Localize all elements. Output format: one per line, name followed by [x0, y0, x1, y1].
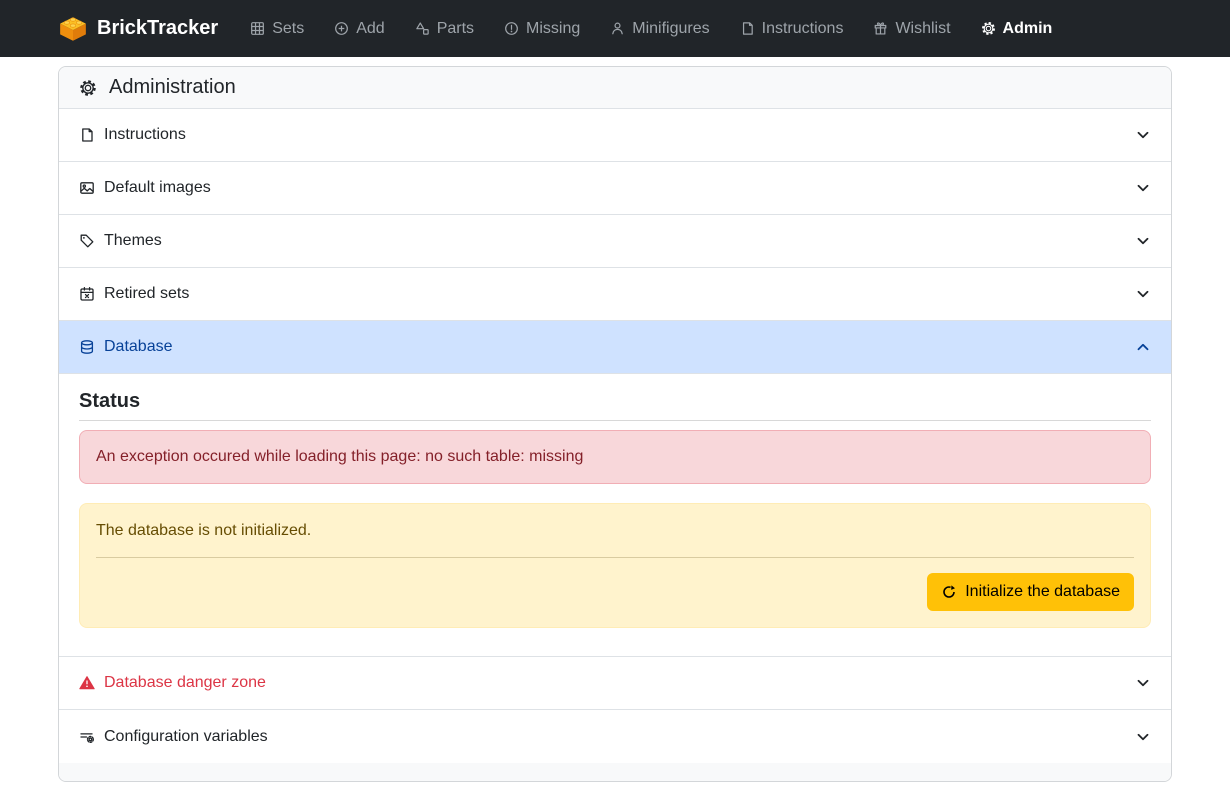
accordion-item-label: Configuration variables [104, 728, 268, 746]
accordion-item-database[interactable]: Database [59, 321, 1171, 374]
tag-icon [79, 233, 95, 249]
card-footer [59, 763, 1171, 781]
nav-item-instructions[interactable]: Instructions [740, 20, 844, 38]
file-icon [79, 127, 95, 143]
nav-item-wishlist[interactable]: Wishlist [873, 20, 950, 38]
nav-item-label: Admin [1003, 20, 1053, 38]
brick-logo-icon [58, 16, 88, 42]
nav-item-admin[interactable]: Admin [981, 20, 1053, 38]
database-icon [79, 339, 95, 355]
initialize-database-button[interactable]: Initialize the database [927, 573, 1134, 611]
accordion-item-configuration-variables[interactable]: Configuration variables [59, 710, 1171, 763]
page-title: Administration [59, 67, 1171, 109]
nav-item-label: Sets [272, 20, 304, 38]
shapes-icon [415, 21, 430, 36]
warning-alert-text: The database is not initialized. [96, 520, 1134, 542]
navbar-container: BrickTracker Sets Add Parts Missing [58, 16, 1172, 42]
chevron-down-icon [1135, 675, 1151, 691]
accordion-item-label: Retired sets [104, 285, 189, 303]
nav-item-minifigures[interactable]: Minifigures [610, 20, 709, 38]
chevron-down-icon [1135, 233, 1151, 249]
accordion-item-label: Database danger zone [104, 674, 266, 692]
nav-item-add[interactable]: Add [334, 20, 384, 38]
nav-item-label: Minifigures [632, 20, 709, 38]
error-alert: An exception occured while loading this … [79, 430, 1151, 484]
config-sliders-icon [79, 729, 95, 745]
person-icon [610, 21, 625, 36]
status-heading: Status [79, 390, 1151, 412]
accordion-item-default-images[interactable]: Default images [59, 162, 1171, 215]
calendar-x-icon [79, 286, 95, 302]
chevron-down-icon [1135, 180, 1151, 196]
brand-link[interactable]: BrickTracker [58, 16, 218, 42]
accordion-item-label: Instructions [104, 126, 186, 144]
nav-item-label: Wishlist [895, 20, 950, 38]
chevron-down-icon [1135, 729, 1151, 745]
chevron-down-icon [1135, 286, 1151, 302]
exclamation-circle-icon [504, 21, 519, 36]
administration-card: Administration Instructions Default imag… [58, 66, 1172, 782]
nav-item-sets[interactable]: Sets [250, 20, 304, 38]
nav-item-label: Parts [437, 20, 474, 38]
accordion-item-retired-sets[interactable]: Retired sets [59, 268, 1171, 321]
divider [96, 557, 1134, 558]
chevron-up-icon [1135, 339, 1151, 355]
gear-icon [981, 21, 996, 36]
nav-item-label: Add [356, 20, 384, 38]
page-title-label: Administration [109, 75, 236, 100]
nav-item-missing[interactable]: Missing [504, 20, 580, 38]
accordion-item-label: Database [104, 338, 173, 356]
grid-icon [250, 21, 265, 36]
accordion-item-database-danger-zone[interactable]: Database danger zone [59, 657, 1171, 710]
accordion-item-label: Default images [104, 179, 211, 197]
brand-label: BrickTracker [97, 17, 218, 40]
nav-item-label: Missing [526, 20, 580, 38]
file-icon [740, 21, 755, 36]
plus-circle-icon [334, 21, 349, 36]
accordion-item-instructions[interactable]: Instructions [59, 109, 1171, 162]
warning-triangle-icon [79, 675, 95, 691]
chevron-down-icon [1135, 127, 1151, 143]
nav-list: Sets Add Parts Missing Minifigures [250, 20, 1052, 38]
warning-alert-actions: Initialize the database [96, 573, 1134, 611]
gift-icon [873, 21, 888, 36]
image-icon [79, 180, 95, 196]
gear-icon [79, 79, 97, 97]
accordion-item-themes[interactable]: Themes [59, 215, 1171, 268]
arrow-clockwise-icon [941, 584, 957, 600]
nav-item-parts[interactable]: Parts [415, 20, 474, 38]
initialize-database-label: Initialize the database [965, 583, 1120, 601]
database-panel: Status An exception occured while loadin… [59, 374, 1171, 657]
accordion-item-label: Themes [104, 232, 162, 250]
divider [79, 420, 1151, 421]
nav-item-label: Instructions [762, 20, 844, 38]
warning-alert: The database is not initialized. Initial… [79, 503, 1151, 628]
top-navbar: BrickTracker Sets Add Parts Missing [0, 0, 1230, 57]
